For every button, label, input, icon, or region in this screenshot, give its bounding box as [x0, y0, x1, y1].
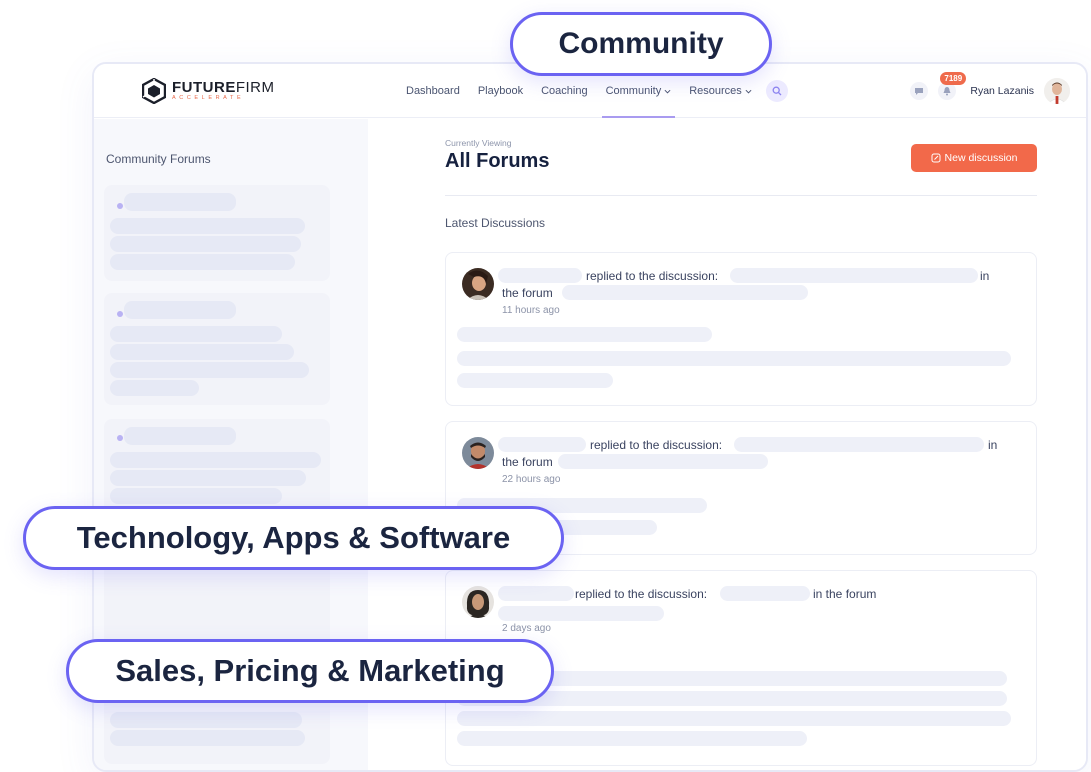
user-name-placeholder [498, 586, 574, 601]
skeleton-line [110, 470, 306, 486]
skeleton-line [110, 236, 301, 252]
discussion-avatar[interactable] [462, 586, 494, 618]
forum-text: the forum [502, 286, 553, 300]
skeleton-line [110, 730, 305, 746]
currently-viewing-label: Currently Viewing [445, 138, 512, 148]
callout-community-label: Community [558, 27, 724, 60]
avatar-photo [462, 586, 494, 618]
avatar-photo [462, 268, 494, 300]
forum-dot [117, 311, 123, 317]
forum-card[interactable] [104, 293, 330, 405]
in-forum-text: in the forum [813, 587, 877, 601]
search-button[interactable] [765, 80, 788, 102]
notifications-button[interactable]: 7189 [938, 72, 967, 100]
skeleton-line [110, 488, 282, 504]
replied-text: replied to the discussion: [586, 269, 719, 283]
logo-mark-icon [142, 78, 166, 104]
replied-text: replied to the discussion: [575, 587, 708, 601]
skeleton-line [110, 218, 305, 234]
preview-line [457, 373, 613, 388]
forum-link-placeholder[interactable] [498, 606, 664, 621]
skeleton-line [110, 326, 282, 342]
edit-icon [931, 153, 941, 163]
nav-dashboard[interactable]: Dashboard [406, 64, 460, 118]
chat-icon [915, 88, 924, 95]
preview-line [457, 731, 807, 746]
preview-line [457, 711, 1011, 726]
discussion-link-placeholder[interactable] [720, 586, 810, 601]
callout-community: Community [510, 12, 772, 76]
discussion-avatar[interactable] [462, 268, 494, 300]
skeleton-line [110, 344, 294, 360]
notification-count-badge: 7189 [940, 72, 967, 85]
skeleton-line [110, 452, 321, 468]
discussion-avatar[interactable] [462, 437, 494, 469]
replied-text: replied to the discussion: [590, 438, 723, 452]
latest-discussions-heading: Latest Discussions [445, 216, 546, 230]
bell-icon [943, 87, 951, 96]
callout-technology: Technology, Apps & Software [23, 506, 564, 570]
logo-tagline: ACCELERATE [172, 95, 245, 102]
header-tools: 7189 Ryan Lazanis [910, 64, 1070, 118]
search-icon [772, 86, 782, 96]
forum-dot [117, 435, 123, 441]
callout-sales-label: Sales, Pricing & Marketing [115, 653, 505, 688]
discussion-card[interactable]: replied to the discussion: in the forum … [445, 252, 1037, 406]
page-title: All Forums [445, 150, 550, 172]
forum-link-placeholder[interactable] [562, 285, 808, 300]
discussion-link-placeholder[interactable] [734, 437, 984, 452]
new-discussion-label: New discussion [944, 152, 1018, 164]
callout-technology-label: Technology, Apps & Software [76, 520, 511, 555]
skeleton-line [110, 254, 295, 270]
preview-line [457, 351, 1011, 366]
forum-text: the forum [502, 455, 553, 469]
logo-text-thin: FIRM [235, 79, 275, 97]
divider [445, 195, 1037, 196]
new-discussion-button[interactable]: New discussion [911, 144, 1037, 172]
messages-button[interactable] [910, 82, 929, 100]
timestamp: 11 hours ago [502, 305, 560, 316]
skeleton-line [124, 301, 236, 319]
logo-text-bold: FUTURE [172, 79, 236, 97]
forum-card[interactable] [104, 185, 330, 281]
user-avatar[interactable] [1044, 78, 1070, 104]
logo[interactable]: FUTUREFIRM ACCELERATE [142, 76, 275, 106]
skeleton-line [110, 712, 302, 728]
chevron-down-icon [664, 89, 671, 93]
skeleton-line [124, 427, 236, 445]
avatar-photo [462, 437, 494, 469]
callout-sales: Sales, Pricing & Marketing [66, 639, 554, 703]
chevron-down-icon [745, 89, 752, 93]
skeleton-line [110, 362, 309, 378]
skeleton-line [110, 380, 199, 396]
user-name[interactable]: Ryan Lazanis [970, 85, 1034, 97]
forum-dot [117, 203, 123, 209]
nav-playbook[interactable]: Playbook [478, 64, 523, 118]
user-name-placeholder [498, 268, 582, 283]
timestamp: 22 hours ago [502, 474, 561, 485]
discussion-link-placeholder[interactable] [730, 268, 978, 283]
sidebar-title: Community Forums [106, 152, 211, 166]
preview-line [457, 327, 712, 342]
in-text: in [988, 438, 998, 452]
user-name-placeholder [498, 437, 586, 452]
in-text: in [980, 269, 990, 283]
forum-link-placeholder[interactable] [558, 454, 768, 469]
timestamp: 2 days ago [502, 623, 551, 634]
stage: FUTUREFIRM ACCELERATE Dashboard Playbook… [0, 0, 1091, 772]
user-photo [1044, 78, 1070, 104]
skeleton-line [124, 193, 236, 211]
